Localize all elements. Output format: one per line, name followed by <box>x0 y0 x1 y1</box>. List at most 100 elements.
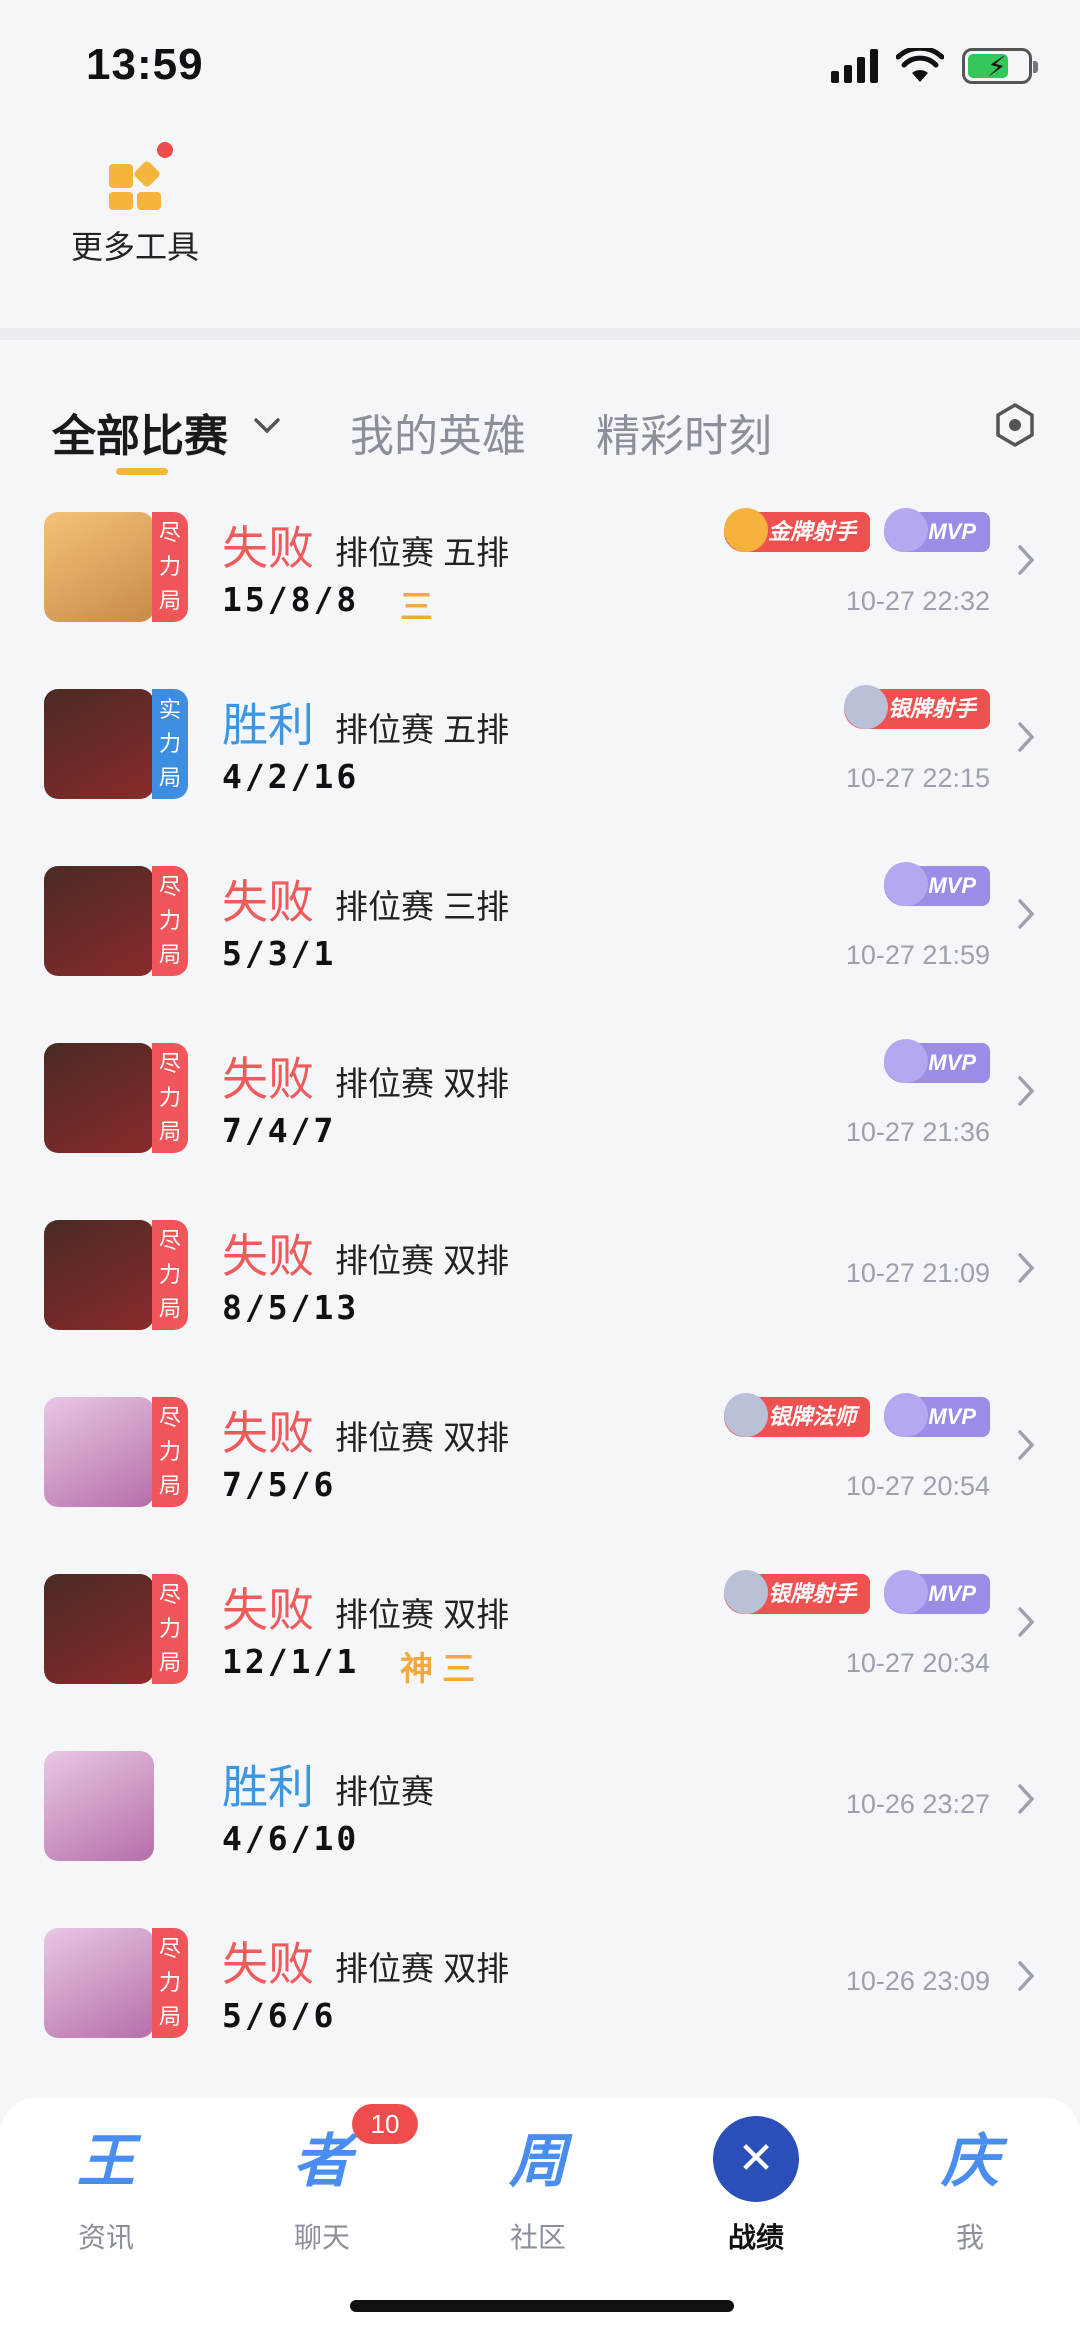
performance-tag: 尽力局 <box>152 1397 188 1507</box>
chevron-right-icon[interactable] <box>1016 1427 1036 1472</box>
settings-icon[interactable] <box>990 400 1040 450</box>
performance-tag: 尽力局 <box>152 1043 188 1153</box>
tab-highlights[interactable]: 精彩时刻 <box>596 400 772 464</box>
match-row[interactable]: 尽力局失败 排位赛 双排 8/5/13 10-27 21:09 <box>0 1208 1080 1385</box>
performance-tag-char: 尽 <box>158 1228 181 1253</box>
news-icon: 王 <box>76 2129 135 2194</box>
match-kda: 15/8/8 <box>222 580 360 619</box>
chevron-right-icon[interactable] <box>1016 1073 1036 1118</box>
mvp-badge: MVP <box>884 1039 990 1083</box>
hero-avatar <box>44 1397 154 1507</box>
match-result: 失败 <box>222 522 314 574</box>
performance-tag-char: 力 <box>158 731 181 756</box>
badge-text: MVP <box>928 873 976 898</box>
chevron-right-icon[interactable] <box>1016 1250 1036 1295</box>
match-mode: 排位赛 五排 <box>335 534 510 571</box>
nav-records[interactable]: ✕ 战绩 <box>686 2116 826 2256</box>
match-badges: 银牌法师 MVP <box>724 1393 990 1437</box>
kill-streak-label: 神 三 <box>400 1650 476 1687</box>
match-row[interactable]: 尽力局 失败 排位赛 双排 5/6/6 10-26 23:09 <box>0 1916 1080 2093</box>
section-divider <box>0 328 1080 340</box>
chevron-right-icon[interactable] <box>1016 1604 1036 1649</box>
match-time: 10-27 20:34 <box>845 1648 990 1678</box>
match-time: 10-27 20:54 <box>845 1471 990 1501</box>
chevron-down-icon[interactable] <box>252 410 282 444</box>
nav-community[interactable]: 周 社区 <box>468 2122 608 2256</box>
match-time: 10-27 21:59 <box>845 940 990 970</box>
performance-tag-char: 尽 <box>158 874 181 899</box>
match-badges: MVP <box>884 862 990 906</box>
match-mode: 排位赛 双排 <box>335 1950 510 1987</box>
performance-tag-char: 尽 <box>158 520 181 545</box>
match-time: 10-26 23:09 <box>845 1966 990 1996</box>
performance-tag-char: 尽 <box>158 1582 181 1607</box>
match-row[interactable]: 尽力局失败 排位赛 五排 15/8/8 三金牌射手 MVP 10-27 22:32 <box>0 500 1080 677</box>
match-result: 失败 <box>222 876 314 928</box>
match-row[interactable]: 尽力局失败 排位赛 三排 5/3/1 MVP 10-27 21:59 <box>0 854 1080 1031</box>
status-time: 13:59 <box>86 40 204 89</box>
mvp-badge: MVP <box>884 1570 990 1614</box>
chevron-right-icon[interactable] <box>1016 542 1036 587</box>
performance-tag-char: 局 <box>158 1473 181 1498</box>
match-result: 失败 <box>222 1053 314 1105</box>
mvp-badge: MVP <box>884 508 990 552</box>
medal-icon <box>724 1570 769 1614</box>
tab-my-heroes[interactable]: 我的英雄 <box>350 400 526 464</box>
match-row[interactable]: 胜利 排位赛 4/6/10 10-26 23:27 <box>0 1739 1080 1916</box>
match-mode: 排位赛 双排 <box>335 1419 510 1456</box>
performance-tag-char: 局 <box>158 1650 181 1675</box>
match-time: 10-27 21:36 <box>845 1117 990 1147</box>
tab-bar: 全部比赛 我的英雄 精彩时刻 <box>0 340 1080 480</box>
match-result: 胜利 <box>222 1761 314 1813</box>
badge-text: 金牌射手 <box>768 519 857 544</box>
chevron-right-icon[interactable] <box>1016 719 1036 764</box>
performance-tag-char: 力 <box>158 1616 181 1641</box>
tab-all-matches[interactable]: 全部比赛 <box>52 400 228 464</box>
kill-streak-label: 三 <box>400 588 433 625</box>
chevron-right-icon[interactable] <box>1016 896 1036 941</box>
hero-avatar <box>44 866 154 976</box>
match-badges: 银牌射手 <box>843 685 990 729</box>
chevron-right-icon[interactable] <box>1016 1781 1036 1826</box>
performance-tag-char: 力 <box>158 1439 181 1464</box>
performance-tag-char: 局 <box>158 2004 181 2029</box>
performance-tag-char: 力 <box>158 1970 181 1995</box>
nav-community-label: 社区 <box>509 2222 566 2253</box>
match-kda: 5/3/1 <box>222 934 337 973</box>
match-row[interactable]: 实力局胜利 排位赛 五排 4/2/16 银牌射手 10-27 22:15 <box>0 677 1080 854</box>
mvp-icon <box>884 1570 929 1614</box>
performance-tag-char: 局 <box>158 942 181 967</box>
match-kda: 8/5/13 <box>222 1288 360 1327</box>
tab-indicator <box>116 468 168 475</box>
match-time: 10-26 23:27 <box>845 1789 990 1819</box>
match-result: 失败 <box>222 1938 314 1990</box>
badge-text: 银牌射手 <box>768 1581 857 1606</box>
performance-tag: 尽力局 <box>152 512 188 622</box>
medal-badge: 金牌射手 <box>724 508 871 552</box>
hero-avatar <box>44 1574 154 1684</box>
mvp-badge: MVP <box>884 1393 990 1437</box>
match-row[interactable]: 尽力局失败 排位赛 双排 7/5/6 银牌法师 MVP 10-27 20:54 <box>0 1385 1080 1562</box>
chat-icon: 者 <box>292 2129 351 2194</box>
crossed-swords-icon: ✕ <box>713 2116 799 2202</box>
match-row[interactable]: 尽力局失败 排位赛 双排 12/1/1 神 三银牌射手 MVP 10-27 20:34 <box>0 1562 1080 1739</box>
match-kda: 5/6/6 <box>222 1996 337 2035</box>
performance-tag-char: 尽 <box>158 1936 181 1961</box>
status-icons: ⚡ <box>831 48 1038 84</box>
medal-icon <box>724 1393 769 1437</box>
medal-badge: 银牌射手 <box>843 685 990 729</box>
chevron-right-icon[interactable] <box>1016 1958 1036 2003</box>
badge-text: MVP <box>928 1581 976 1606</box>
nav-me[interactable]: 庆 我 <box>900 2122 1040 2256</box>
more-tools-button[interactable]: 更多工具 <box>40 142 230 290</box>
nav-news[interactable]: 王 资讯 <box>36 2122 176 2256</box>
match-result: 失败 <box>222 1407 314 1459</box>
match-result: 失败 <box>222 1584 314 1636</box>
match-row[interactable]: 尽力局失败 排位赛 双排 7/4/7 MVP 10-27 21:36 <box>0 1031 1080 1208</box>
performance-tag-char: 实 <box>158 697 181 722</box>
signal-icon <box>831 49 878 83</box>
grid-icon <box>105 142 173 210</box>
badge-text: 银牌法师 <box>768 1404 857 1429</box>
mvp-badge: MVP <box>884 862 990 906</box>
hero-avatar <box>44 1928 154 2038</box>
